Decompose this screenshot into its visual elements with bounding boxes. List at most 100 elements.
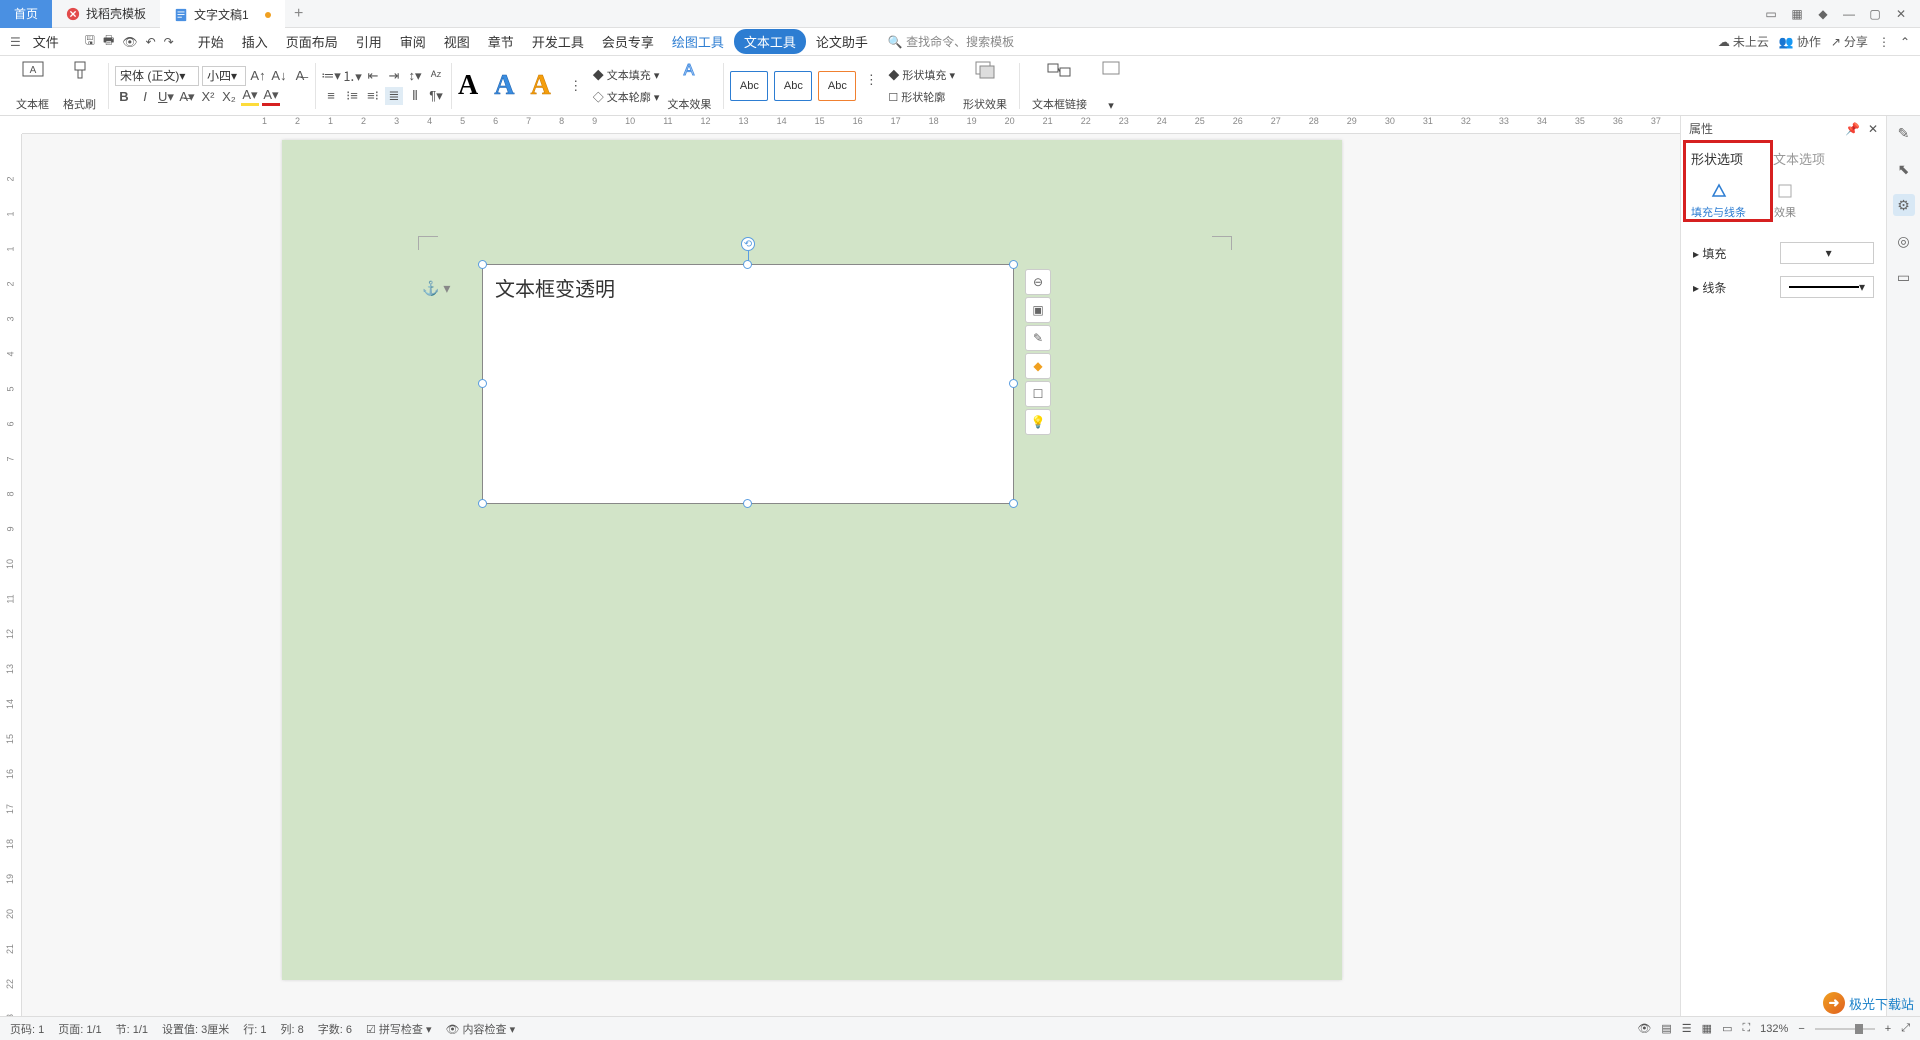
- coop-button[interactable]: 👥 协作: [1779, 33, 1821, 50]
- zoom-level[interactable]: 132%: [1760, 1023, 1788, 1035]
- view-outline-icon[interactable]: ☰: [1682, 1022, 1692, 1035]
- subtab-effect[interactable]: 效果: [1774, 182, 1796, 220]
- tab-home[interactable]: 首页: [0, 0, 52, 28]
- zoom-out-button[interactable]: −: [1798, 1023, 1804, 1035]
- resize-handle-w[interactable]: [478, 379, 487, 388]
- close-panel-icon[interactable]: ✕: [1868, 122, 1878, 136]
- shape-effect-group[interactable]: 形状效果: [957, 60, 1013, 112]
- resize-handle-nw[interactable]: [478, 260, 487, 269]
- subtab-fill-line[interactable]: 填充与线条: [1691, 182, 1746, 220]
- font-name-select[interactable]: 宋体 (正文) ▾: [115, 66, 199, 86]
- status-row[interactable]: 行: 1: [243, 1021, 266, 1037]
- line-section[interactable]: ▸ 线条: [1693, 279, 1726, 296]
- format-brush-group[interactable]: 格式刷: [57, 60, 102, 112]
- resize-handle-sw[interactable]: [478, 499, 487, 508]
- maximize-button[interactable]: ▢: [1864, 3, 1886, 25]
- overflow-group[interactable]: ▾: [1095, 60, 1127, 112]
- float-fill-button[interactable]: ◆: [1025, 353, 1051, 379]
- more-icon[interactable]: ⋮: [1878, 35, 1890, 49]
- menu-insert[interactable]: 插入: [234, 28, 276, 55]
- line-spacing-button[interactable]: ↕▾: [406, 67, 424, 85]
- textbox-link-group[interactable]: 文本框链接: [1026, 60, 1093, 112]
- menu-view[interactable]: 视图: [436, 28, 478, 55]
- zoom-in-button[interactable]: +: [1885, 1023, 1891, 1035]
- side-select-icon[interactable]: ⬉: [1893, 158, 1915, 180]
- shape-fill-button[interactable]: ◆ 形状填充 ▾: [888, 67, 955, 83]
- distribute-button[interactable]: ⫴: [406, 87, 424, 105]
- vertical-ruler[interactable]: 2112345678910111213141516171819202122232…: [0, 134, 22, 1016]
- status-chars[interactable]: 字数: 6: [318, 1021, 352, 1037]
- underline-button[interactable]: U▾: [157, 88, 175, 106]
- resize-handle-e[interactable]: [1009, 379, 1018, 388]
- hamburger-icon[interactable]: ☰: [10, 35, 21, 49]
- menu-chapter[interactable]: 章节: [480, 28, 522, 55]
- status-pageno[interactable]: 页码: 1: [10, 1021, 44, 1037]
- line-select[interactable]: ▾: [1780, 276, 1874, 298]
- menu-vip[interactable]: 会员专享: [594, 28, 662, 55]
- side-settings-icon[interactable]: ⚙: [1893, 194, 1915, 216]
- float-wrap-button[interactable]: ▣: [1025, 297, 1051, 323]
- status-spell[interactable]: ☑ 拼写检查 ▾: [366, 1021, 432, 1037]
- float-outline-button[interactable]: ☐: [1025, 381, 1051, 407]
- menu-thesis[interactable]: 论文助手: [808, 28, 876, 55]
- align-center-button[interactable]: ⁝≡: [343, 87, 361, 105]
- status-page[interactable]: 页面: 1/1: [58, 1021, 101, 1037]
- resize-handle-ne[interactable]: [1009, 260, 1018, 269]
- menu-dev[interactable]: 开发工具: [524, 28, 592, 55]
- font-size-select[interactable]: 小四 ▾: [202, 66, 246, 86]
- float-idea-button[interactable]: 💡: [1025, 409, 1051, 435]
- menu-page-layout[interactable]: 页面布局: [278, 28, 346, 55]
- float-edit-button[interactable]: ✎: [1025, 325, 1051, 351]
- outdent-button[interactable]: ⇤: [364, 67, 382, 85]
- textbox-group[interactable]: A 文本框: [10, 60, 55, 112]
- zoom-slider[interactable]: [1815, 1028, 1875, 1030]
- collapse-ribbon-icon[interactable]: ⌃: [1900, 35, 1910, 49]
- skin-icon[interactable]: ◆: [1812, 3, 1834, 25]
- clear-format-icon[interactable]: A̶: [291, 67, 309, 85]
- status-content[interactable]: 👁 内容检查 ▾: [445, 1021, 515, 1037]
- menu-text-tool[interactable]: 文本工具: [734, 29, 806, 54]
- styles-more-button[interactable]: ⋮: [567, 77, 585, 95]
- view-read-icon[interactable]: ▭: [1722, 1022, 1732, 1035]
- text-effect-group[interactable]: A 文本效果: [661, 60, 717, 112]
- status-section[interactable]: 节: 1/1: [116, 1021, 148, 1037]
- tab-template[interactable]: 找稻壳模板: [52, 0, 160, 28]
- panel-tab-text[interactable]: 文本选项: [1773, 149, 1825, 172]
- shape-outline-button[interactable]: ☐ 形状轮廓: [888, 89, 945, 105]
- resize-handle-se[interactable]: [1009, 499, 1018, 508]
- textbox-content[interactable]: 文本框变透明: [483, 265, 1013, 310]
- apps-icon[interactable]: ▦: [1786, 3, 1808, 25]
- close-button[interactable]: ✕: [1890, 3, 1912, 25]
- shrink-font-icon[interactable]: A↓: [270, 67, 288, 85]
- page[interactable]: ⚓ ▾ 文本框变透明 ⟲ ⊖ ▣ ✎ ◆ ☐ 💡: [282, 140, 1342, 980]
- undo-icon[interactable]: ↶: [146, 35, 156, 49]
- text-style-a2[interactable]: A: [494, 70, 514, 102]
- fill-select[interactable]: ▾: [1780, 242, 1874, 264]
- grow-font-icon[interactable]: A↑: [249, 67, 267, 85]
- menu-review[interactable]: 审阅: [392, 28, 434, 55]
- text-outline-button[interactable]: ◇ 文本轮廓 ▾: [593, 89, 660, 105]
- text-style-a3[interactable]: A: [530, 70, 550, 102]
- text-style-a1[interactable]: A: [458, 70, 478, 102]
- indent-button[interactable]: ⇥: [385, 67, 403, 85]
- float-collapse-button[interactable]: ⊖: [1025, 269, 1051, 295]
- status-pos[interactable]: 设置值: 3厘米: [162, 1021, 229, 1037]
- save-icon[interactable]: 🖫: [85, 31, 95, 52]
- fill-section[interactable]: ▸ 填充: [1693, 245, 1726, 262]
- highlight-button[interactable]: A▾: [241, 88, 259, 106]
- shape-style-3[interactable]: Abc: [818, 71, 856, 101]
- redo-icon[interactable]: ↷: [164, 35, 174, 49]
- preview-icon[interactable]: 👁: [122, 35, 137, 49]
- fit-icon[interactable]: ⛶: [1742, 1022, 1750, 1035]
- tab-document[interactable]: 文字文稿1: [160, 0, 285, 28]
- bullets-button[interactable]: ≔▾: [322, 67, 340, 85]
- super-button[interactable]: X²: [199, 88, 217, 106]
- layout-icon[interactable]: ▭: [1760, 3, 1782, 25]
- resize-handle-n[interactable]: [743, 260, 752, 269]
- share-button[interactable]: ↗ 分享: [1831, 33, 1868, 50]
- side-location-icon[interactable]: ◎: [1893, 230, 1915, 252]
- bold-button[interactable]: B: [115, 88, 133, 106]
- align-left-button[interactable]: ≡: [322, 87, 340, 105]
- strike-button[interactable]: A̶▾: [178, 88, 196, 106]
- sub-button[interactable]: X₂: [220, 88, 238, 106]
